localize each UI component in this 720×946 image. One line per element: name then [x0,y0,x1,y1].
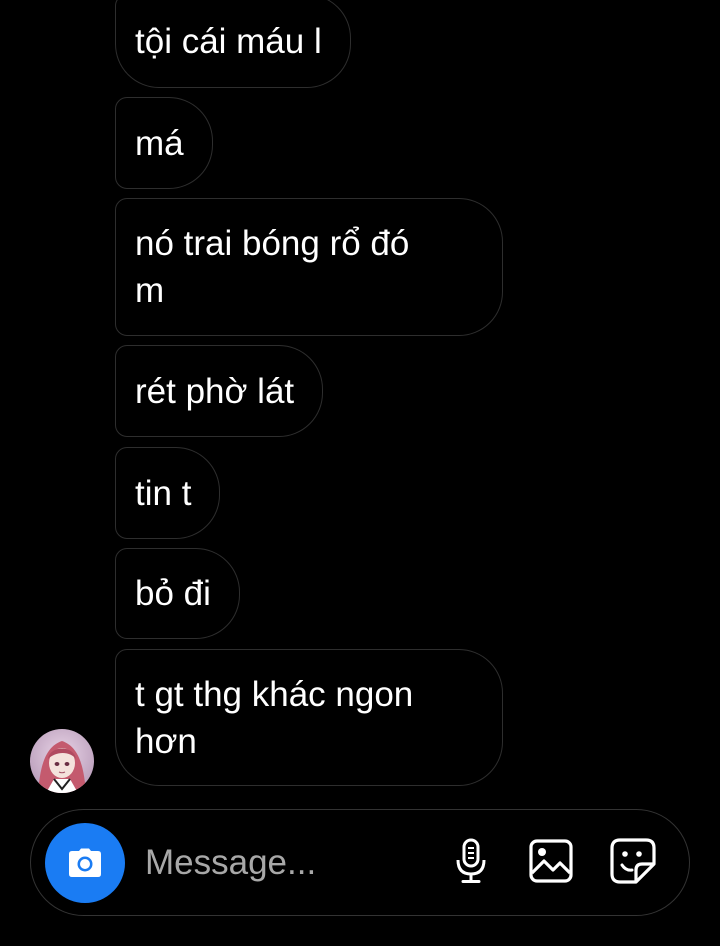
gallery-icon [529,839,573,883]
voice-message-button[interactable] [447,835,495,887]
sticker-button[interactable] [609,835,657,887]
chat-screen: tội cái máu l má nó trai bóng rổ đó m ré… [0,0,720,946]
sender-avatar[interactable] [30,729,94,793]
gallery-button[interactable] [527,835,575,887]
message-bubble[interactable]: rét phờ lát [115,345,324,437]
message-bubble[interactable]: nó trai bóng rổ đó m [115,198,503,336]
message-composer [30,809,690,916]
message-input[interactable] [145,840,425,886]
message-bubble[interactable]: tội cái máu l [115,0,351,88]
camera-button[interactable] [45,823,125,903]
microphone-icon [456,838,486,883]
avatar-image [30,729,94,793]
message-text: tội cái máu l [135,21,322,61]
message-text: má [135,123,184,163]
message-bubble[interactable]: tin t [115,447,221,539]
message-bubble[interactable]: t gt thg khác ngon hơn [115,649,503,786]
sticker-icon [610,838,656,884]
message-bubble[interactable]: má [115,97,213,189]
message-bubble[interactable]: bỏ đi [115,548,240,639]
camera-icon [69,848,101,877]
message-text: nó trai bóng rổ đó m [135,224,410,310]
message-text: bỏ đi [135,574,211,613]
message-text: tin t [135,473,192,513]
message-text: rét phờ lát [135,371,295,411]
message-text: t gt thg khác ngon hơn [135,674,414,761]
